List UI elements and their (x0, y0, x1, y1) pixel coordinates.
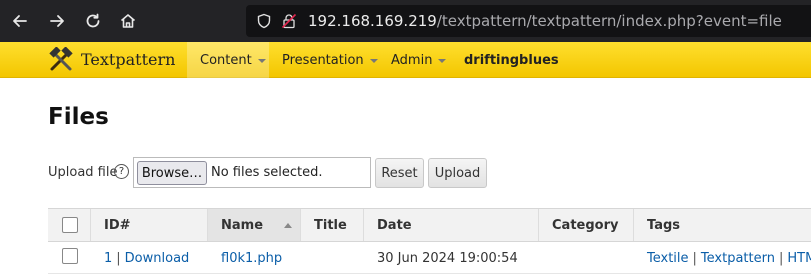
shield-icon[interactable] (256, 13, 272, 29)
file-name-link[interactable]: fl0k1.php (221, 251, 282, 266)
menu-admin-label: Admin (391, 52, 433, 68)
upload-button[interactable]: Upload (428, 158, 487, 188)
browser-toolbar: 192.168.169.219/textpattern/textpattern/… (0, 0, 811, 42)
row-tags-cell: Textile|Textpattern|HTML (647, 242, 811, 274)
hammer-logo-icon (48, 46, 74, 73)
table-header: ID# Name Title Date Category Tags (48, 208, 811, 242)
address-bar[interactable]: 192.168.169.219/textpattern/textpattern/… (246, 5, 811, 37)
column-category-label: Category (552, 217, 619, 233)
chevron-down-icon (438, 58, 447, 63)
column-id-label: ID# (104, 217, 131, 233)
separator: | (692, 250, 697, 266)
select-all-checkbox[interactable] (62, 217, 78, 233)
no-file-text: No files selected. (211, 165, 323, 180)
tag-link[interactable]: Textile (647, 251, 689, 266)
page-title: Files (48, 104, 109, 130)
column-date-label: Date (377, 217, 412, 233)
menu-user-label: driftingblues (464, 52, 559, 68)
tag-link[interactable]: HTML (787, 251, 811, 266)
row-select-checkbox[interactable] (62, 248, 78, 264)
reset-button[interactable]: Reset (375, 158, 424, 188)
row-date-cell: 30 Jun 2024 19:00:54 (377, 250, 518, 266)
column-date[interactable]: Date (364, 209, 539, 241)
back-arrow-icon[interactable] (8, 9, 32, 33)
row-name-cell: fl0k1.php (221, 242, 282, 274)
column-name[interactable]: Name (208, 209, 301, 241)
column-category[interactable]: Category (539, 209, 634, 241)
column-tags-label: Tags (647, 217, 681, 233)
menu-admin[interactable]: Admin (379, 42, 449, 78)
column-id[interactable]: ID# (91, 209, 208, 241)
forward-arrow-icon[interactable] (45, 9, 69, 33)
sort-ascending-icon (284, 223, 292, 228)
separator: | (778, 250, 784, 266)
column-title-label: Title (314, 217, 347, 233)
help-icon[interactable]: ? (114, 164, 129, 179)
table-row: 1 | Download fl0k1.php 30 Jun 2024 19:00:5… (48, 242, 811, 274)
browse-button[interactable]: Browse… (137, 161, 207, 185)
column-name-label: Name (221, 217, 264, 233)
tag-link[interactable]: Textpattern (701, 251, 775, 266)
txp-header: Textpattern Content Presentation Admin d… (0, 42, 811, 78)
row-id-link[interactable]: 1 (104, 251, 112, 266)
menu-content[interactable]: Content (187, 42, 269, 78)
home-icon[interactable] (116, 9, 140, 33)
select-all-cell (48, 209, 91, 241)
menu-presentation[interactable]: Presentation (270, 42, 378, 78)
menu-presentation-label: Presentation (282, 52, 364, 68)
file-input[interactable]: Browse… No files selected. (133, 157, 371, 188)
chevron-down-icon (257, 58, 266, 63)
row-id-cell: 1 | Download (104, 242, 189, 274)
upload-file-label: Upload file (48, 165, 118, 180)
url-path: /textpattern/textpattern/index.php?event… (436, 12, 782, 30)
download-link[interactable]: Download (125, 251, 190, 266)
chevron-down-icon (369, 58, 378, 63)
brand-name[interactable]: Textpattern (81, 50, 175, 69)
separator: | (116, 250, 121, 266)
insecure-lock-icon[interactable] (281, 13, 297, 29)
menu-user[interactable]: driftingblues (464, 42, 559, 78)
reload-icon[interactable] (81, 9, 105, 33)
column-tags[interactable]: Tags (634, 209, 811, 241)
menu-content-label: Content (200, 52, 252, 68)
url-host: 192.168.169.219 (308, 12, 437, 30)
column-title[interactable]: Title (301, 209, 364, 241)
url-text[interactable]: 192.168.169.219/textpattern/textpattern/… (308, 12, 782, 30)
